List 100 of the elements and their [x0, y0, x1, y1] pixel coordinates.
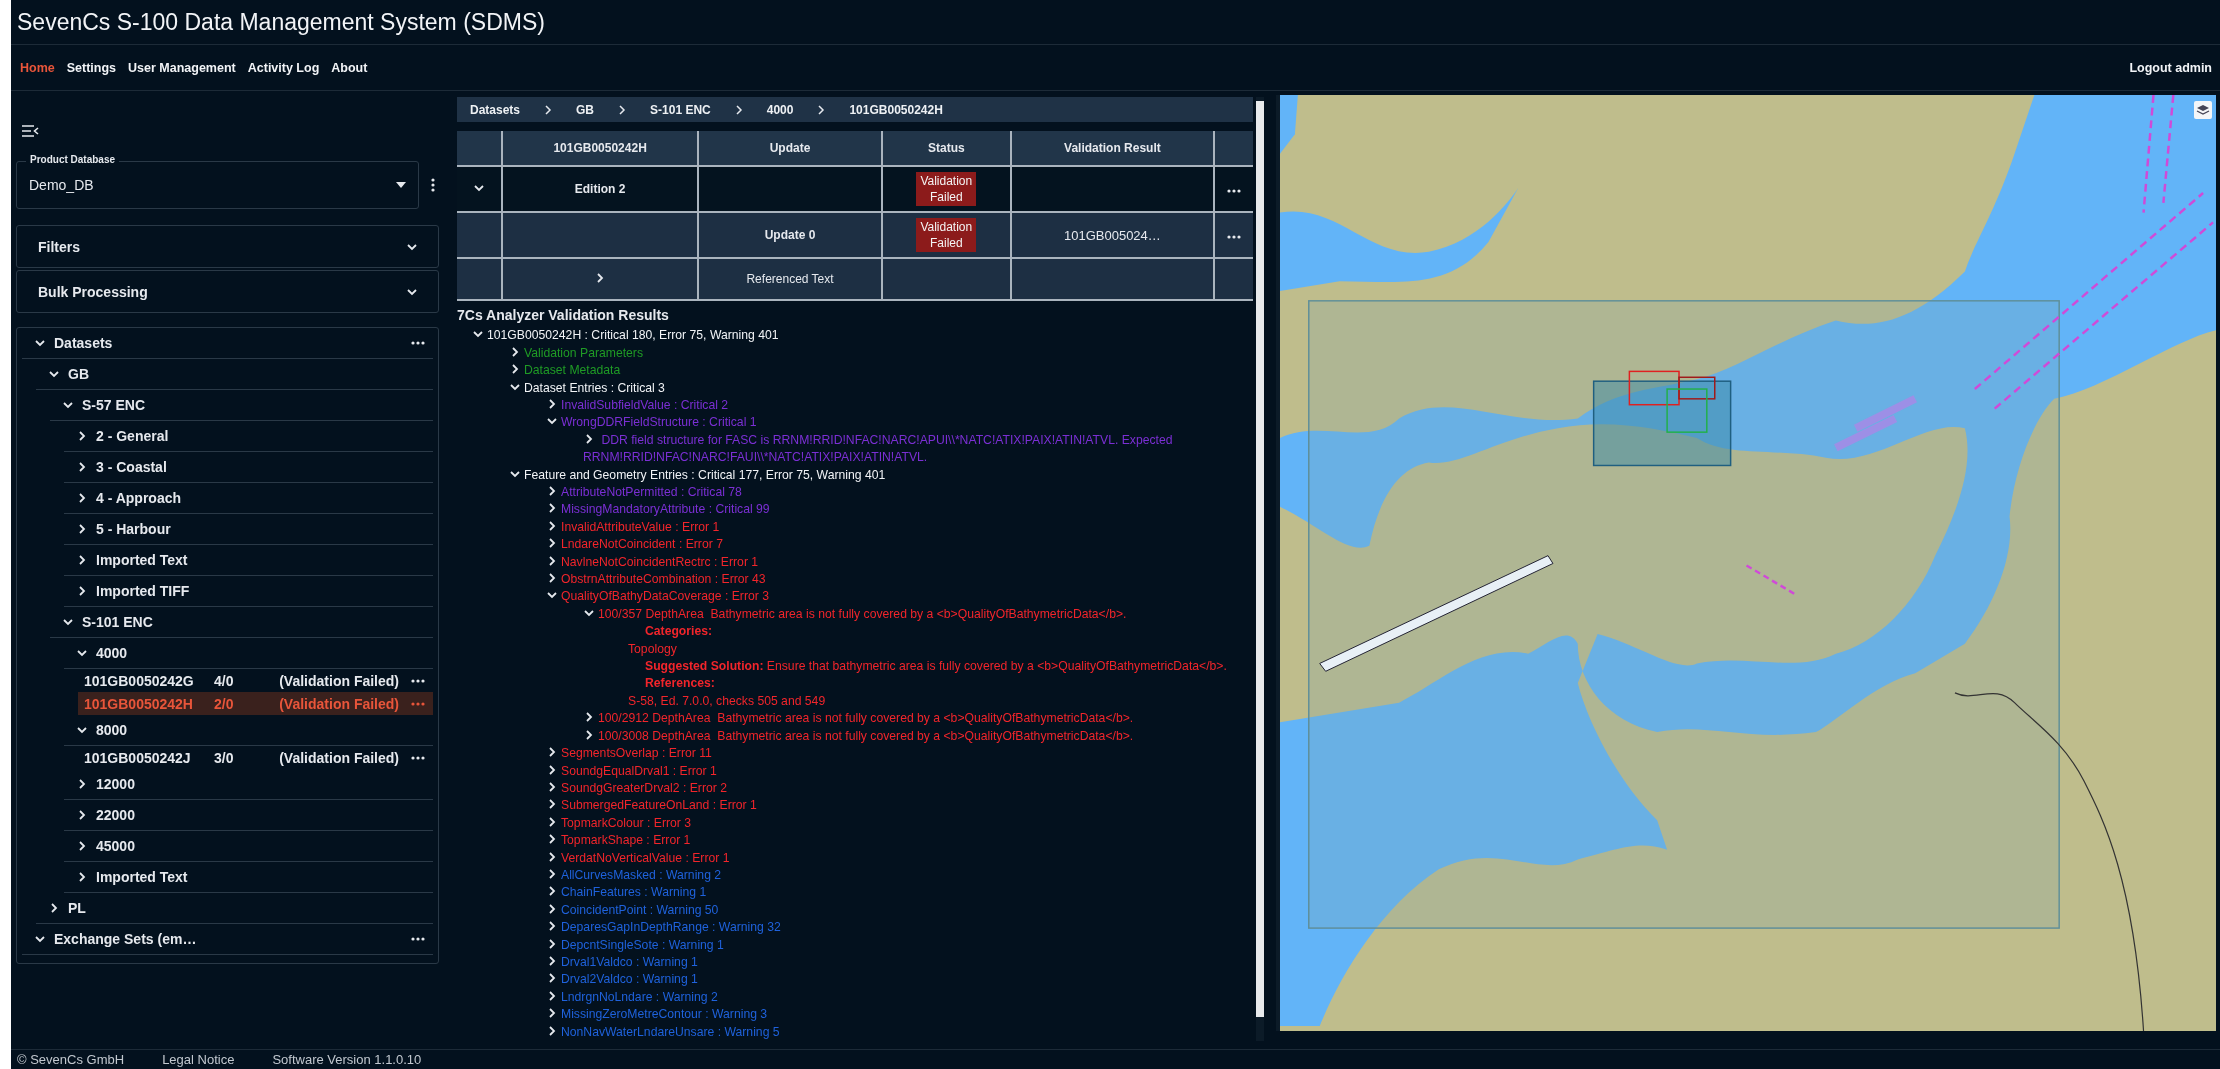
- column-header: 101GB0050242H: [502, 131, 699, 167]
- more-icon[interactable]: [411, 755, 425, 760]
- column-header: Update: [698, 131, 882, 167]
- status-badge: Validation Failed: [916, 218, 977, 253]
- dropdown-caret-icon: [396, 182, 406, 188]
- tree-item[interactable]: Imported TIFF: [64, 576, 433, 607]
- result-item[interactable]: Drval2Valdco : Warning 1: [546, 971, 1253, 989]
- detail-label: References:: [645, 676, 715, 691]
- result-item[interactable]: LndareNotCoincident : Error 7: [546, 536, 1253, 554]
- result-item[interactable]: Dataset Metadata: [509, 362, 1253, 380]
- result-item[interactable]: AllCurvesMasked : Warning 2: [546, 866, 1253, 885]
- detail-label: Categories:: [645, 624, 713, 639]
- result-item[interactable]: VerdatNoVerticalValue : Error 1: [546, 849, 1253, 867]
- column-header: Status: [881, 131, 1011, 167]
- tree-item[interactable]: 45000: [64, 831, 433, 862]
- accordion-header[interactable]: Filters: [16, 225, 439, 268]
- result-item[interactable]: TopmarkColour : Error 3: [546, 814, 1253, 833]
- result-item[interactable]: SubmergedFeatureOnLand : Error 1: [546, 797, 1253, 815]
- tree-item[interactable]: 4000: [64, 638, 433, 669]
- tree-item[interactable]: Imported Text: [64, 862, 433, 893]
- detail-text: S-58, Ed. 7.0.0, checks 505 and 549: [628, 693, 826, 708]
- breadcrumb-link[interactable]: GB: [576, 102, 595, 117]
- breadcrumb-separator-icon: [734, 104, 743, 115]
- result-item[interactable]: SoundgGreaterDrval2 : Error 2: [546, 779, 1253, 798]
- result-item[interactable]: ChainFeatures : Warning 1: [546, 884, 1253, 902]
- nav-link[interactable]: Home: [20, 60, 55, 75]
- result-item[interactable]: 100/2912 DepthArea Bathymetric area is not fully covered by a <b>QualityOfBathymetricData</b>.: [583, 710, 1253, 728]
- tree-item[interactable]: S-101 ENC: [50, 607, 433, 638]
- nav-link[interactable]: About: [331, 60, 368, 75]
- dataset-row[interactable]: 101GB0050242J 3/0 (Validation Failed): [78, 746, 433, 769]
- more-icon[interactable]: [411, 937, 425, 941]
- breadcrumb-link[interactable]: Datasets: [470, 102, 521, 117]
- tree-item[interactable]: Datasets: [22, 328, 433, 359]
- result-item[interactable]: MissingZeroMetreContour : Warning 3: [546, 1006, 1253, 1024]
- result-item[interactable]: 100/3008 DepthArea Bathymetric area is not fully covered by a <b>QualityOfBathymetricData</b>.: [583, 727, 1253, 746]
- tree-item[interactable]: Exchange Sets (em…: [22, 924, 433, 955]
- table-cell: Edition 2: [574, 182, 626, 197]
- result-item[interactable]: Dataset Entries : Critical 3: [509, 379, 1253, 397]
- breadcrumb-link[interactable]: S-101 ENC: [650, 102, 711, 117]
- nav-link[interactable]: Activity Log: [247, 60, 320, 75]
- table-cell: 101GB005024…: [1063, 227, 1161, 243]
- tree-item[interactable]: GB: [36, 359, 433, 390]
- result-item[interactable]: CoincidentPoint : Warning 50: [546, 901, 1253, 920]
- breadcrumb-link[interactable]: 4000: [766, 102, 794, 117]
- tree-item[interactable]: PL: [36, 893, 433, 924]
- detail-label: Suggested Solution: Ensure that bathymetric area is fully covered by a <b>QualityOfBathymetricData</b>.: [645, 659, 1227, 674]
- section-title: 7Cs Analyzer Validation Results: [457, 307, 670, 324]
- result-item[interactable]: ObstrnAttributeCombination : Error 43: [546, 571, 1253, 589]
- breadcrumb-separator-icon: [817, 104, 826, 115]
- nav-link[interactable]: Settings: [66, 60, 117, 75]
- result-item[interactable]: DeparesGapInDepthRange : Warning 32: [546, 919, 1253, 937]
- tree-item[interactable]: 22000: [64, 800, 433, 831]
- tree-item[interactable]: 4 - Approach: [64, 483, 433, 514]
- nav-link[interactable]: User Management: [128, 60, 236, 75]
- tree-item[interactable]: Imported Text: [64, 545, 433, 576]
- logout-link[interactable]: Logout admin: [2129, 60, 2212, 75]
- footer-text: Software Version 1.1.0.10: [272, 1052, 422, 1067]
- detail-text: Topology: [628, 641, 677, 656]
- breadcrumb-separator-icon: [618, 104, 627, 115]
- result-item[interactable]: Validation Parameters: [509, 344, 1253, 363]
- collapse-menu-icon[interactable]: [21, 124, 39, 138]
- table-cell: Update 0: [764, 228, 816, 243]
- column-header: Validation Result: [1010, 131, 1214, 167]
- result-item[interactable]: 101GB0050242H : Critical 180, Error 75, Warning 401: [472, 327, 1253, 345]
- scrollbar[interactable]: [1256, 97, 1264, 1041]
- tree-item[interactable]: 5 - Harbour: [64, 514, 433, 545]
- result-item[interactable]: QualityOfBathyDataCoverage : Error 3: [546, 588, 1253, 606]
- result-item[interactable]: NavlneNotCoincidentRectrc : Error 1: [546, 553, 1253, 572]
- result-item[interactable]: Drval1Valdco : Warning 1: [546, 953, 1253, 972]
- tree-item[interactable]: 12000: [64, 769, 433, 800]
- more-icon[interactable]: [1227, 235, 1241, 240]
- result-item[interactable]: SoundgEqualDrval1 : Error 1: [546, 762, 1253, 780]
- tree-item[interactable]: 2 - General: [64, 421, 433, 452]
- tree-item[interactable]: S-57 ENC: [50, 390, 433, 421]
- dataset-row[interactable]: 101GB0050242H 2/0 (Validation Failed): [78, 692, 433, 715]
- footer-text: Legal Notice: [162, 1052, 235, 1067]
- result-item[interactable]: 100/357 DepthArea Bathymetric area is not fully covered by a <b>QualityOfBathymetricData</b>.: [583, 605, 1253, 624]
- dataset-row[interactable]: 101GB0050242G 4/0 (Validation Failed): [78, 669, 433, 692]
- more-icon[interactable]: [411, 678, 425, 683]
- field-label: Product Database: [26, 154, 120, 165]
- result-item[interactable]: NonNavWaterLndareUnsare : Warning 5: [546, 1023, 1253, 1041]
- breadcrumb-link[interactable]: 101GB0050242H: [849, 102, 943, 117]
- result-item[interactable]: TopmarkShape : Error 1: [546, 832, 1253, 850]
- result-item[interactable]: SegmentsOverlap : Error 11: [546, 745, 1253, 763]
- window-title: SevenCs S-100 Data Management System (SDMS): [17, 8, 545, 36]
- more-icon[interactable]: [1227, 189, 1241, 194]
- result-item[interactable]: Feature and Geometry Entries : Critical 177, Error 75, Warning 401: [509, 466, 1253, 484]
- tree-item[interactable]: 3 - Coastal: [64, 452, 433, 483]
- result-item[interactable]: InvalidAttributeValue : Error 1: [546, 518, 1253, 537]
- kebab-menu-icon[interactable]: [431, 178, 435, 192]
- footer-text: © SevenCs GmbH: [17, 1052, 125, 1067]
- result-item[interactable]: DepcntSingleSote : Warning 1: [546, 936, 1253, 954]
- status-badge: Validation Failed: [916, 172, 977, 207]
- accordion-header[interactable]: Bulk Processing: [16, 270, 439, 313]
- result-item[interactable]: LndrgnNoLndare : Warning 2: [546, 988, 1253, 1007]
- layers-icon[interactable]: [2194, 101, 2212, 119]
- table-cell: Referenced Text: [746, 272, 834, 287]
- breadcrumb-separator-icon: [544, 104, 553, 115]
- tree-item[interactable]: 8000: [64, 715, 433, 746]
- more-icon[interactable]: [411, 341, 425, 345]
